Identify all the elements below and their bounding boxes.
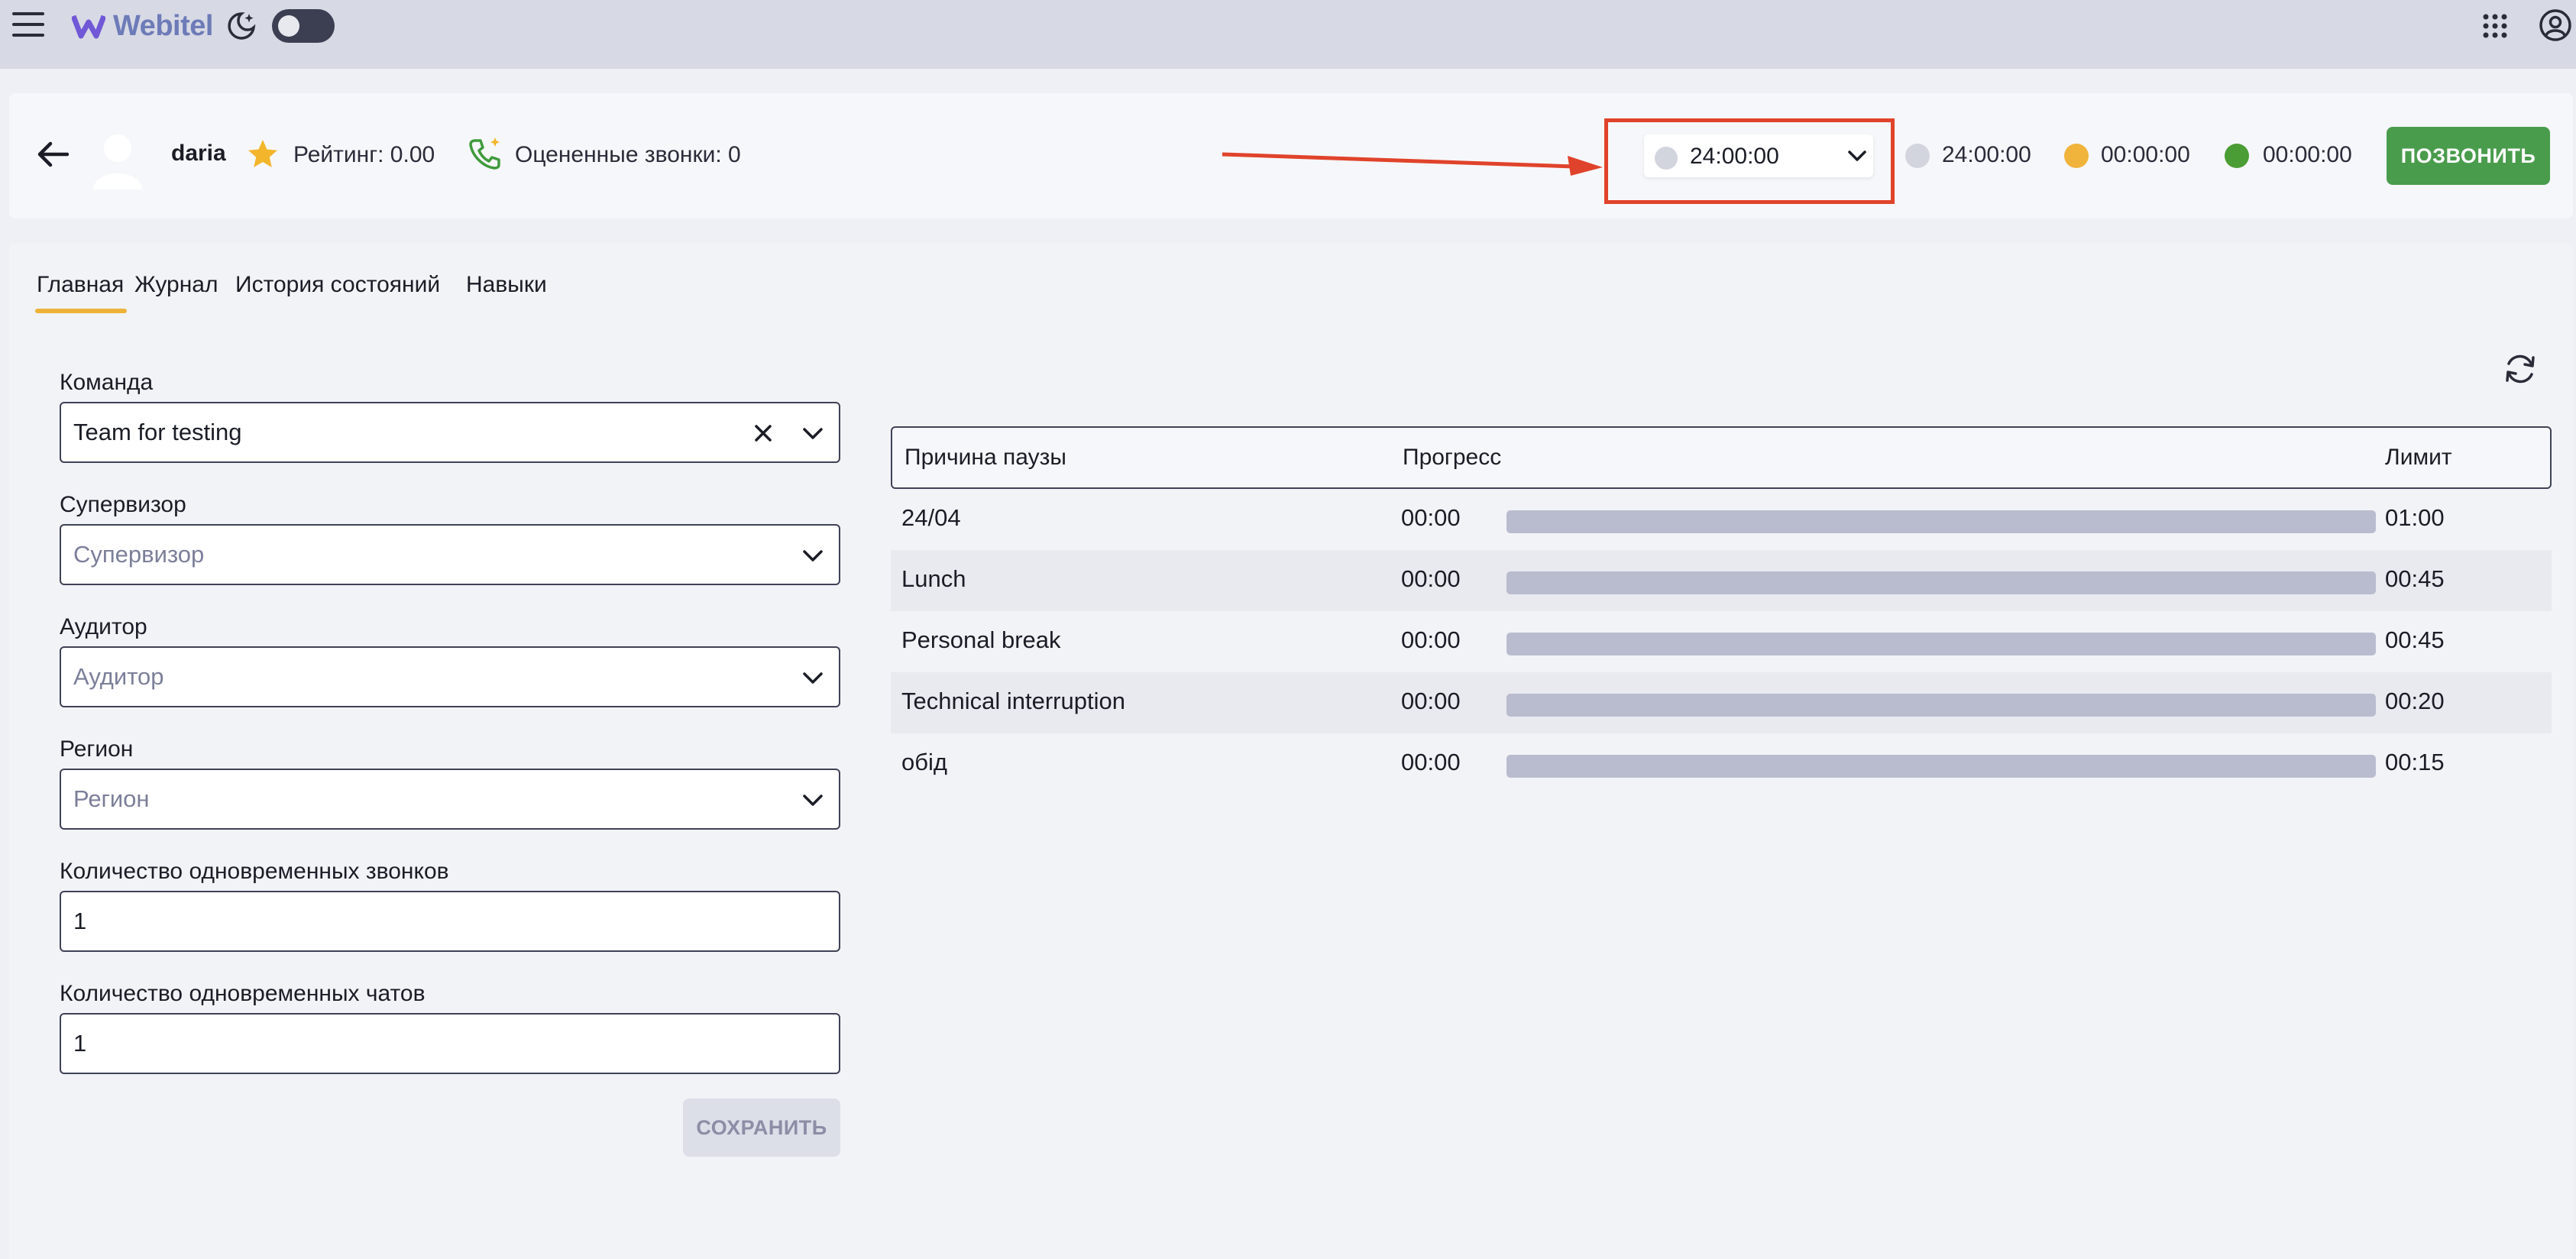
dark-mode-toggle[interactable] — [272, 9, 335, 43]
menu-icon[interactable] — [12, 9, 46, 40]
pause-limit: 00:45 — [2385, 626, 2445, 653]
tab-main[interactable]: Главная — [37, 272, 124, 298]
status-counter-dot-offline — [1905, 144, 1930, 168]
table-row: Lunch 00:00 00:45 — [891, 550, 2552, 611]
concurrent-chats-input[interactable]: 1 — [60, 1013, 840, 1074]
back-arrow-icon[interactable] — [37, 141, 69, 168]
chevron-down-icon — [1848, 150, 1866, 161]
supervisor-label: Супервизор — [60, 492, 186, 517]
refresh-icon[interactable] — [2503, 351, 2538, 387]
concurrent-calls-value: 1 — [73, 908, 87, 934]
table-row: Personal break 00:00 00:45 — [891, 611, 2552, 672]
call-button[interactable]: ПОЗВОНИТЬ — [2387, 127, 2550, 185]
pause-elapsed: 00:00 — [1401, 688, 1461, 714]
tab-skills[interactable]: Навыки — [466, 272, 547, 298]
status-counter-dot-online — [2225, 144, 2249, 168]
webitel-logo-icon — [72, 15, 105, 39]
pause-elapsed: 00:00 — [1401, 749, 1461, 775]
auditor-placeholder: Аудитор — [73, 663, 164, 690]
pause-limit: 00:15 — [2385, 749, 2445, 775]
status-select-value: 24:00:00 — [1690, 144, 1779, 169]
team-select-value: Team for testing — [73, 419, 242, 445]
pause-reason: обід — [901, 749, 947, 775]
pause-reason: Technical interruption — [901, 688, 1125, 714]
concurrent-chats-label: Количество одновременных чатов — [60, 981, 426, 1006]
region-placeholder: Регион — [73, 785, 150, 812]
table-row: обід 00:00 00:15 — [891, 733, 2552, 795]
rating-text: Рейтинг: 0.00 — [293, 142, 435, 167]
annotation-arrow — [1222, 152, 1603, 176]
pause-limit: 01:00 — [2385, 504, 2445, 531]
supervisor-placeholder: Супервизор — [73, 541, 205, 568]
tab-state-history[interactable]: История состояний — [235, 272, 440, 298]
brand-logo[interactable]: Webitel — [72, 9, 213, 43]
progress-bar — [1506, 571, 2376, 594]
pause-limit: 00:20 — [2385, 688, 2445, 714]
pause-reason: Lunch — [901, 565, 966, 592]
pause-reason: 24/04 — [901, 504, 961, 531]
rated-calls-text: Оцененные звонки: 0 — [515, 142, 741, 167]
progress-bar — [1506, 755, 2376, 778]
brand-name: Webitel — [113, 9, 213, 42]
auditor-select[interactable]: Аудитор — [60, 646, 840, 707]
pause-limit: 00:45 — [2385, 565, 2445, 592]
progress-bar — [1506, 510, 2376, 533]
team-select[interactable]: Team for testing — [60, 402, 840, 463]
column-header-limit: Лимит — [2385, 445, 2452, 470]
pause-elapsed: 00:00 — [1401, 565, 1461, 592]
chevron-down-icon — [803, 795, 823, 806]
pause-reason: Personal break — [901, 626, 1061, 653]
dark-mode-moon-icon[interactable] — [226, 11, 257, 41]
progress-bar — [1506, 633, 2376, 655]
rated-calls-phone-icon — [469, 138, 500, 170]
apps-grid-icon[interactable] — [2480, 11, 2510, 41]
pause-reasons-table: Причина паузы Прогресс Лимит 24/04 00:00… — [891, 426, 2552, 795]
concurrent-chats-value: 1 — [73, 1030, 87, 1057]
toggle-knob — [278, 15, 299, 37]
auditor-label: Аудитор — [60, 614, 147, 639]
status-counter-dot-pause — [2064, 144, 2089, 168]
status-counter-pause: 00:00:00 — [2101, 142, 2190, 167]
agent-name: daria — [171, 141, 226, 166]
region-select[interactable]: Регион — [60, 769, 840, 830]
column-header-reason: Причина паузы — [905, 445, 1066, 470]
progress-bar — [1506, 694, 2376, 717]
table-row: Technical interruption 00:00 00:20 — [891, 672, 2552, 733]
status-counter-offline: 24:00:00 — [1942, 142, 2031, 167]
pause-elapsed: 00:00 — [1401, 504, 1461, 531]
supervisor-select[interactable]: Супервизор — [60, 524, 840, 585]
region-label: Регион — [60, 736, 134, 762]
status-counter-online: 00:00:00 — [2263, 142, 2352, 167]
tab-journal[interactable]: Журнал — [134, 272, 218, 298]
clear-icon[interactable] — [752, 422, 775, 445]
concurrent-calls-label: Количество одновременных звонков — [60, 859, 449, 884]
table-row: 24/04 00:00 01:00 — [891, 489, 2552, 550]
account-icon[interactable] — [2538, 8, 2573, 43]
active-tab-indicator — [35, 309, 127, 313]
concurrent-calls-input[interactable]: 1 — [60, 891, 840, 952]
star-icon — [248, 140, 277, 167]
top-app-bar: Webitel — [0, 0, 2576, 69]
save-button[interactable]: СОХРАНИТЬ — [683, 1099, 840, 1157]
status-dot — [1655, 147, 1678, 170]
agent-status-select[interactable]: 24:00:00 — [1644, 134, 1873, 177]
chevron-down-icon — [803, 672, 823, 684]
pause-elapsed: 00:00 — [1401, 626, 1461, 653]
avatar — [93, 134, 142, 189]
team-label: Команда — [60, 370, 154, 395]
chevron-down-icon — [803, 428, 823, 439]
column-header-progress: Прогресс — [1403, 445, 1502, 470]
chevron-down-icon — [803, 550, 823, 562]
table-header: Причина паузы Прогресс Лимит — [891, 426, 2552, 489]
